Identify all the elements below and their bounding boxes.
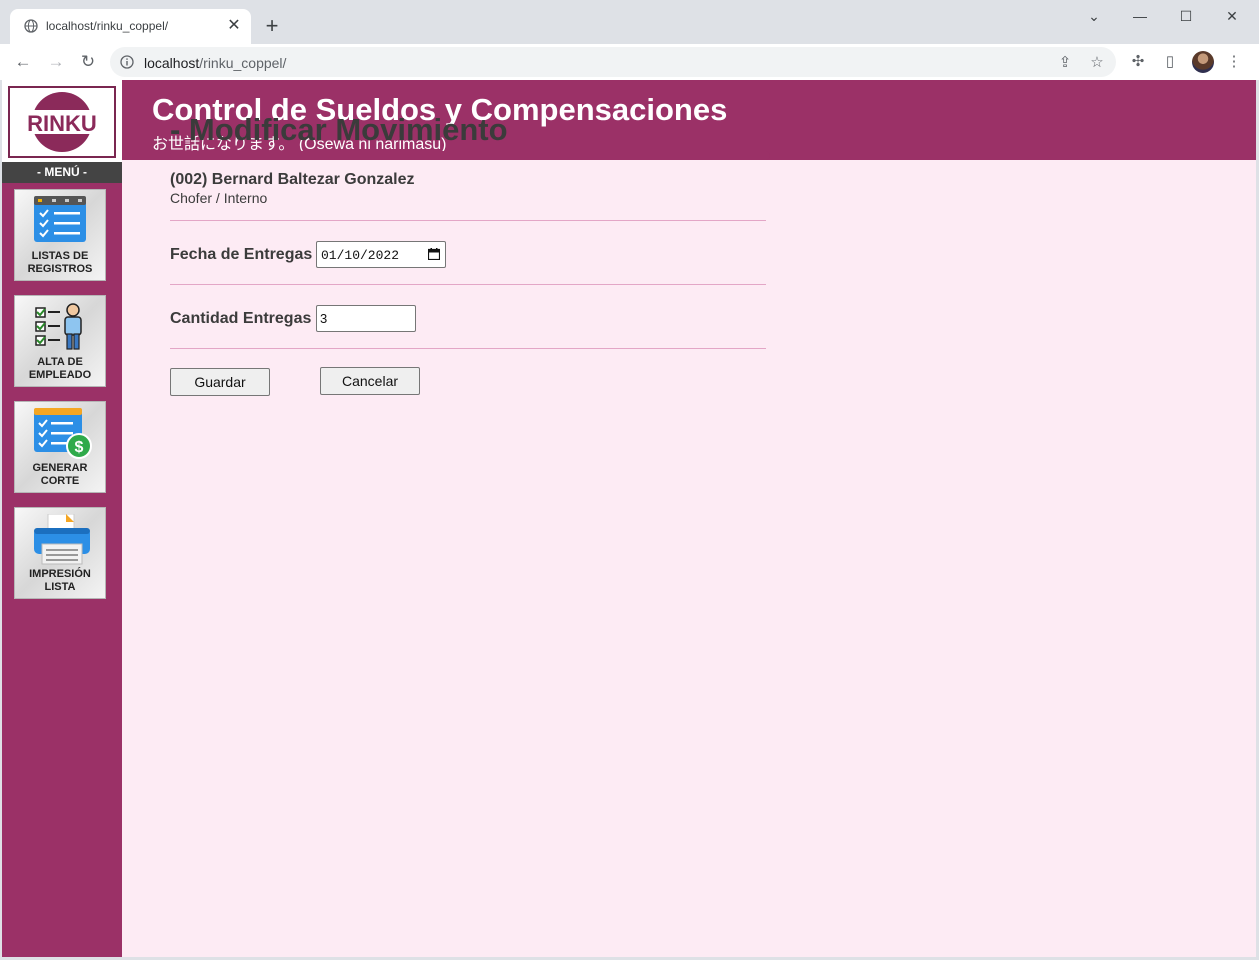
divider [170, 348, 766, 349]
menu-item-listas[interactable]: LISTAS DE REGISTROS [15, 190, 105, 280]
new-tab-button[interactable]: + [260, 14, 284, 38]
label-line1: LISTAS DE [31, 250, 89, 262]
url-path: /rinku_coppel/ [199, 55, 287, 71]
date-label: Fecha de Entregas [170, 246, 313, 263]
sidebar: RINKU - MENÚ - LISTAS DE REGISTROS ALTA … [2, 80, 122, 957]
label-line2: EMPLEADO [28, 369, 92, 381]
address-bar[interactable]: localhost/rinku_coppel/ ⇪ ☆ [110, 47, 1116, 77]
date-value: 01/10/2022 [321, 248, 400, 263]
divider [170, 284, 766, 285]
employee-checklist-icon [35, 303, 82, 350]
url-text: localhost/rinku_coppel/ [144, 55, 286, 71]
label-line2: REGISTROS [27, 263, 93, 275]
calendar-icon[interactable] [428, 248, 440, 260]
employee-role: Chofer / Interno [170, 190, 268, 206]
menu-item-alta-empleado[interactable]: ALTA DE EMPLEADO [15, 296, 105, 386]
logo-text: RINKU [27, 111, 97, 136]
reload-button[interactable]: ↻ [76, 50, 100, 74]
logo-area: RINKU [2, 80, 122, 162]
menu-kebab-icon[interactable]: ⋮ [1222, 50, 1246, 74]
label-line2: LISTA [44, 581, 76, 593]
label-line1: IMPRESIÓN [29, 568, 91, 580]
url-host: localhost [144, 55, 200, 71]
menu-item-listas-label: LISTAS DE REGISTROS [15, 250, 105, 276]
menu-item-impresion-lista-label: IMPRESIÓN LISTA [15, 568, 105, 594]
page-title: - Modificar Movimiento [170, 112, 508, 147]
label-line1: ALTA DE [37, 356, 83, 368]
save-button[interactable]: Guardar [170, 368, 270, 396]
cancel-button[interactable]: Cancelar [320, 367, 420, 395]
label-line1: GENERAR [32, 462, 88, 474]
rinku-logo-icon: RINKU [16, 92, 108, 152]
forward-button[interactable]: → [44, 50, 68, 74]
menu-item-alta-empleado-label: ALTA DE EMPLEADO [15, 356, 105, 382]
globe-icon [24, 19, 38, 33]
page: RINKU - MENÚ - LISTAS DE REGISTROS ALTA … [2, 80, 1256, 957]
window-close-button[interactable]: ✕ [1209, 4, 1255, 28]
back-button[interactable]: ← [11, 50, 35, 74]
money-list-icon: $ [34, 408, 92, 459]
menu-label: - MENÚ - [2, 162, 122, 183]
title-underline [170, 151, 770, 160]
tab-search-icon[interactable]: ⌄ [1071, 4, 1117, 28]
divider [170, 220, 766, 221]
browser-toolbar: ← → ↻ localhost/rinku_coppel/ ⇪ ☆ ✣ ▯ ⋮ [0, 44, 1259, 80]
tab-close-icon[interactable]: ✕ [223, 15, 245, 37]
site-info-icon[interactable] [120, 55, 134, 69]
browser-chrome: localhost/rinku_coppel/ ✕ + ⌄ — ☐ ✕ ← → … [0, 0, 1259, 80]
minimize-button[interactable]: — [1117, 4, 1163, 28]
browser-tab[interactable]: localhost/rinku_coppel/ ✕ [10, 9, 251, 44]
bookmark-star-icon[interactable]: ☆ [1087, 53, 1107, 73]
profile-avatar[interactable] [1192, 51, 1214, 73]
menu-item-generar-corte[interactable]: $ GENERAR CORTE [15, 402, 105, 492]
employee-name: (002) Bernard Baltezar Gonzalez [170, 171, 415, 188]
qty-input[interactable]: 3 [316, 305, 416, 332]
share-icon[interactable]: ⇪ [1055, 53, 1075, 73]
date-field[interactable]: 01/10/2022 [316, 241, 446, 268]
qty-label: Cantidad Entregas [170, 310, 312, 327]
menu-item-generar-corte-label: GENERAR CORTE [15, 462, 105, 488]
side-panel-icon[interactable]: ▯ [1158, 50, 1182, 74]
maximize-button[interactable]: ☐ [1163, 4, 1209, 28]
menu-item-impresion-lista[interactable]: IMPRESIÓN LISTA [15, 508, 105, 598]
svg-text:$: $ [75, 439, 84, 456]
tab-title: localhost/rinku_coppel/ [46, 19, 169, 33]
label-line2: CORTE [40, 475, 80, 487]
printer-icon [34, 514, 90, 565]
checklist-icon [34, 196, 86, 242]
extensions-icon[interactable]: ✣ [1126, 50, 1150, 74]
rinku-logo[interactable]: RINKU [8, 86, 116, 158]
